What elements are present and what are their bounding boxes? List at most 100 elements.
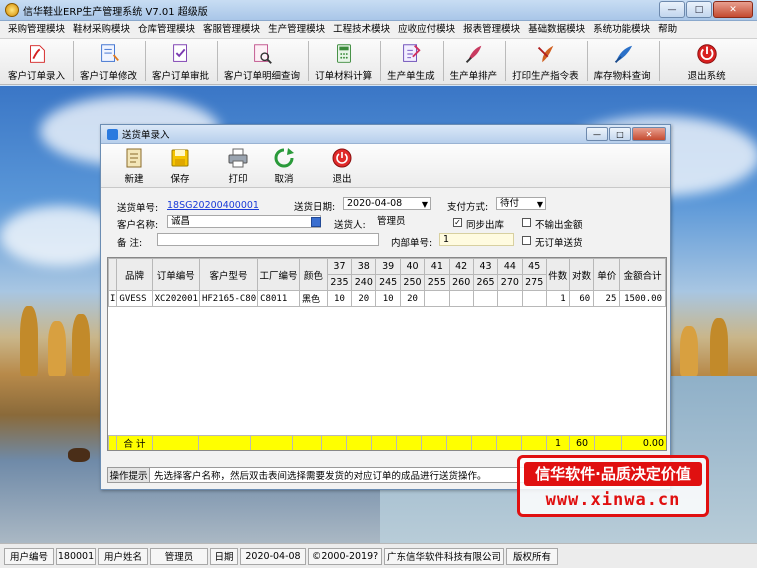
delivery-date-arrow-icon[interactable]: ▼ bbox=[422, 199, 428, 210]
toolbar-separator bbox=[73, 41, 75, 81]
size-qty-cell[interactable] bbox=[472, 290, 499, 307]
color-cell[interactable]: 黑色 bbox=[298, 290, 328, 307]
date-value: 2020-04-08 bbox=[240, 547, 306, 565]
no-amount-checkbox[interactable] bbox=[522, 218, 531, 227]
price-cell[interactable]: 25 bbox=[593, 290, 621, 307]
delivery-date-value: 2020-04-08 bbox=[347, 198, 403, 209]
toolbar-button-7[interactable]: 生产单排产 bbox=[450, 39, 497, 83]
exit-button[interactable]: 退出 bbox=[319, 147, 365, 185]
rights-text: 版权所有 bbox=[506, 547, 558, 565]
factory-no-header[interactable]: 工厂编号 bbox=[257, 258, 300, 291]
new-button[interactable]: 新建 bbox=[111, 147, 157, 185]
menu-item[interactable]: 工程技术模块 bbox=[329, 21, 394, 39]
menu-item[interactable]: 帮助 bbox=[654, 21, 681, 39]
price-header[interactable]: 单价 bbox=[593, 258, 621, 291]
size-qty-cell[interactable]: 20 bbox=[399, 290, 426, 307]
pairs-cell[interactable]: 60 bbox=[568, 290, 595, 307]
toolbar-button-label: 打印生产指令表 bbox=[512, 71, 579, 82]
date-label: 日期 bbox=[210, 547, 238, 565]
deliverer-label: 送货人: bbox=[334, 220, 366, 231]
toolbar-button-6[interactable]: 生产单生成 bbox=[387, 39, 435, 83]
cancel-button-label: 取消 bbox=[274, 173, 294, 185]
size-qty-cell[interactable] bbox=[497, 290, 523, 307]
size-qty-cell[interactable]: 10 bbox=[375, 290, 401, 307]
toolbar-button-8[interactable]: 打印生产指令表 bbox=[512, 39, 579, 83]
customer-field[interactable]: 诚昌 bbox=[167, 215, 321, 228]
size-header-bottom: 270 bbox=[497, 274, 523, 291]
maximize-button[interactable]: □ bbox=[686, 1, 712, 18]
cust-model-cell[interactable]: HF2165-C80 bbox=[198, 290, 259, 307]
delivery-entry-dialog: 送货单录入 — □ ✕ 新建 保存 打印 取消 退出 送货单号: 18SG202… bbox=[100, 124, 671, 490]
size-qty-cell[interactable] bbox=[521, 290, 547, 307]
total-row: 合 计 1 60 0.00 bbox=[108, 435, 666, 450]
menu-item[interactable]: 应收应付模块 bbox=[394, 21, 459, 39]
delivery-date-field[interactable]: 2020-04-08 ▼ bbox=[343, 197, 431, 210]
size-header-bottom: 255 bbox=[424, 274, 450, 291]
deliverer-field[interactable]: 管理员 bbox=[373, 215, 435, 228]
toolbar-button-3[interactable]: 客户订单审批 bbox=[152, 39, 209, 83]
menu-item[interactable]: 客服管理模块 bbox=[199, 21, 264, 39]
size-header-top: 40 bbox=[399, 258, 426, 275]
internal-no-value: 1 bbox=[443, 234, 450, 245]
payment-arrow-icon[interactable]: ▼ bbox=[537, 199, 543, 210]
menu-item[interactable]: 系统功能模块 bbox=[589, 21, 654, 39]
dialog-minimize-button[interactable]: — bbox=[586, 127, 608, 141]
exit-button-label: 退出 bbox=[332, 173, 352, 185]
size-qty-cell[interactable]: 20 bbox=[351, 290, 377, 307]
bison-figure bbox=[68, 448, 90, 462]
minimize-button[interactable]: — bbox=[659, 1, 685, 18]
size-qty-cell[interactable] bbox=[448, 290, 474, 307]
hint-label: 操作提示 bbox=[108, 468, 150, 482]
pieces-cell[interactable]: 1 bbox=[545, 290, 570, 307]
menu-item[interactable]: 报表管理模块 bbox=[459, 21, 524, 39]
dialog-close-button[interactable]: ✕ bbox=[632, 127, 666, 141]
internal-no-field[interactable]: 1 bbox=[439, 233, 514, 246]
order-no-header[interactable]: 订单编号 bbox=[151, 258, 200, 291]
table-row[interactable]: I GVESS XC202001 HF2165-C80 C8011 黑色 10 … bbox=[108, 290, 666, 307]
toolbar-button-2[interactable]: 客户订单修改 bbox=[80, 39, 137, 83]
brand-header[interactable]: 品牌 bbox=[116, 258, 153, 291]
size-qty-cell[interactable]: 10 bbox=[326, 290, 353, 307]
no-order-checkbox[interactable] bbox=[522, 236, 531, 245]
payment-select[interactable]: 待付 ▼ bbox=[496, 197, 546, 210]
toolbar-button-1[interactable]: 客户订单录入 bbox=[8, 39, 65, 83]
cust-model-header[interactable]: 客户型号 bbox=[198, 258, 259, 291]
customer-picker-icon[interactable] bbox=[311, 217, 321, 227]
order-no-cell[interactable]: XC202001 bbox=[151, 290, 200, 307]
toolbar-button-label: 生产单生成 bbox=[387, 71, 435, 82]
toolbar-button-9[interactable]: 库存物料查询 bbox=[594, 39, 651, 83]
size-header-top: 45 bbox=[521, 258, 547, 275]
pieces-header[interactable]: 件数 bbox=[545, 258, 570, 291]
save-button[interactable]: 保存 bbox=[157, 147, 203, 185]
delivery-no-link[interactable]: 18SG20200400001 bbox=[167, 200, 259, 211]
color-header[interactable]: 颜色 bbox=[298, 258, 328, 291]
brand-cell[interactable]: GVESS bbox=[116, 290, 153, 307]
total-pieces: 1 bbox=[546, 435, 570, 450]
menu-item[interactable]: 鞋材采购模块 bbox=[69, 21, 134, 39]
size-qty-cell[interactable] bbox=[424, 290, 450, 307]
amount-cell[interactable]: 1500.00 bbox=[619, 290, 666, 307]
pdf-icon bbox=[29, 45, 45, 63]
ad-url: www.xinwa.cn bbox=[545, 490, 681, 510]
menu-item[interactable]: 基础数据模块 bbox=[524, 21, 589, 39]
dialog-toolbar: 新建 保存 打印 取消 退出 bbox=[101, 144, 670, 188]
remark-field[interactable] bbox=[157, 233, 379, 246]
delivery-grid[interactable]: 品牌 订单编号 客户型号 工厂编号 颜色 37 38 39 40 41 42 4… bbox=[107, 257, 667, 451]
menu-item[interactable]: 采购管理模块 bbox=[4, 21, 69, 39]
size-header-top: 43 bbox=[472, 258, 499, 275]
remark-label: 备 注: bbox=[117, 238, 143, 249]
factory-no-cell[interactable]: C8011 bbox=[257, 290, 300, 307]
sync-outbound-checkbox[interactable]: ✓ bbox=[453, 218, 462, 227]
amount-header[interactable]: 金额合计 bbox=[619, 258, 666, 291]
toolbar-button-10[interactable]: 退出系统 bbox=[688, 39, 726, 83]
toolbar-button-5[interactable]: 订单材料计算 bbox=[315, 39, 372, 83]
print-button[interactable]: 打印 bbox=[215, 147, 261, 185]
menu-item[interactable]: 仓库管理模块 bbox=[134, 21, 199, 39]
size-header-top: 38 bbox=[351, 258, 377, 275]
cancel-button[interactable]: 取消 bbox=[261, 147, 307, 185]
toolbar-button-4[interactable]: 客户订单明细查询 bbox=[224, 39, 300, 83]
close-button[interactable]: ✕ bbox=[713, 1, 753, 18]
menu-item[interactable]: 生产管理模块 bbox=[264, 21, 329, 39]
pairs-header[interactable]: 对数 bbox=[568, 258, 595, 291]
dialog-maximize-button[interactable]: □ bbox=[609, 127, 631, 141]
